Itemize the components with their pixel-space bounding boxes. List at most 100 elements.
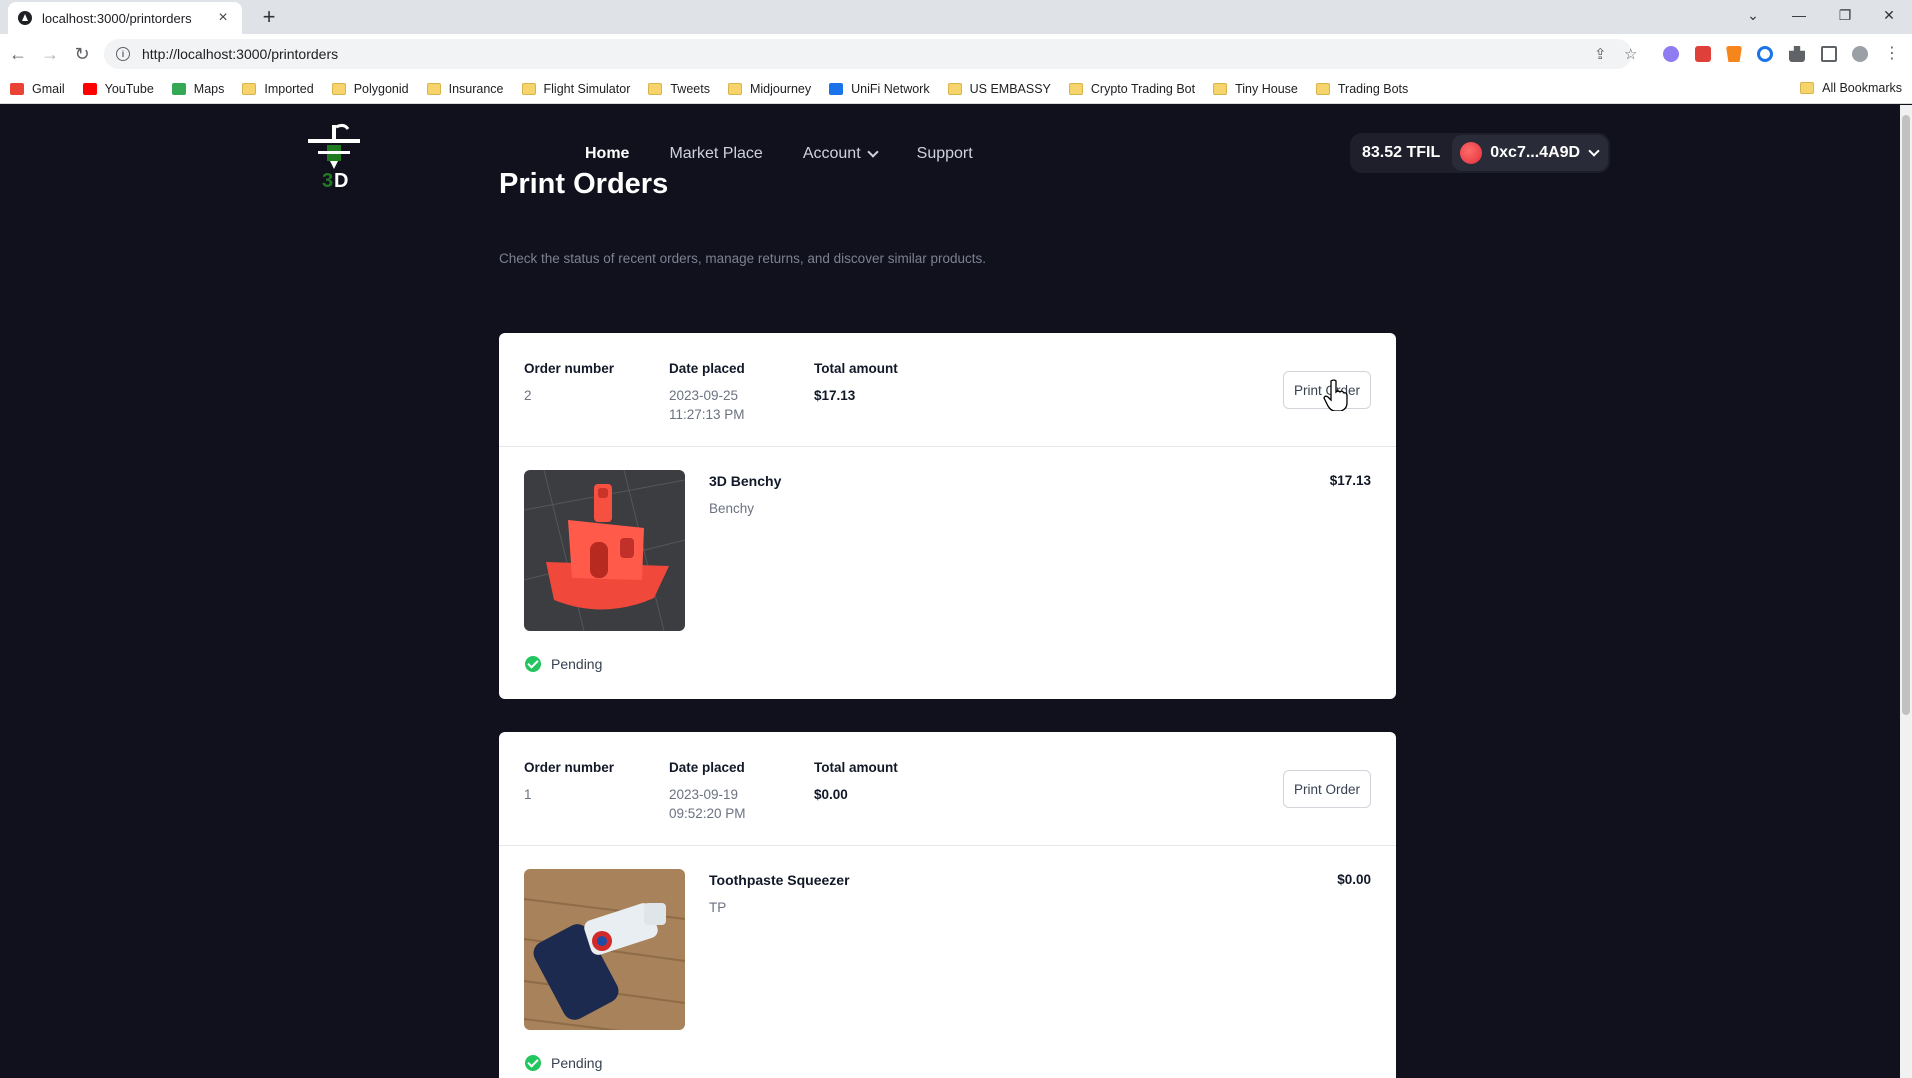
reload-icon[interactable]: ↻ <box>70 42 94 66</box>
order-number-value: 2 <box>524 388 532 403</box>
share-icon[interactable]: ⇪ <box>1594 45 1607 63</box>
order-number-col: Order number 1 <box>524 760 614 804</box>
back-icon[interactable]: ← <box>6 42 30 66</box>
check-circle-icon <box>525 1055 541 1071</box>
page-scrollbar[interactable] <box>1900 105 1912 1078</box>
product-name[interactable]: Toothpaste Squeezer <box>709 872 850 888</box>
print-order-button[interactable]: Print Order <box>1282 770 1371 808</box>
order-number-col: Order number 2 <box>524 361 614 405</box>
bookmark-label: Insurance <box>448 81 504 96</box>
bookmark-label: Polygonid <box>353 81 409 96</box>
site-logo-icon[interactable]: 3 D <box>306 121 362 189</box>
main-nav: Home Market Place Account Support <box>585 145 1013 163</box>
folder-icon <box>521 82 536 95</box>
forward-icon[interactable]: → <box>38 42 62 66</box>
profile-avatar-icon[interactable] <box>1852 46 1868 62</box>
account-avatar-icon <box>1460 142 1483 164</box>
total-amount-col: Total amount $17.13 <box>814 361 898 405</box>
toothpaste-squeezer-image-icon <box>524 869 685 1030</box>
order-header: Order number 2 Date placed 2023-09-25 11… <box>499 333 1396 447</box>
date-placed-time: 09:52:20 PM <box>669 806 746 821</box>
page-subtitle: Check the status of recent orders, manag… <box>499 251 986 266</box>
wallet-widget: 83.52 TFIL 0xc7...4A9D <box>1350 133 1611 173</box>
all-bookmarks-label: All Bookmarks <box>1822 81 1902 95</box>
bookmark-item[interactable]: Trading Bots <box>1315 81 1409 96</box>
tab-close-icon[interactable]: × <box>214 9 232 27</box>
folder-icon <box>331 82 346 95</box>
extension-purple-icon[interactable] <box>1663 46 1679 62</box>
bookmark-label: Flight Simulator <box>543 81 631 96</box>
metamask-icon[interactable] <box>1726 46 1742 62</box>
product-name[interactable]: 3D Benchy <box>709 473 781 489</box>
bookmark-item[interactable]: Flight Simulator <box>521 81 631 96</box>
bookmark-item[interactable]: US EMBASSY <box>947 82 1051 96</box>
product-price: $0.00 <box>1337 872 1371 887</box>
nav-market-place[interactable]: Market Place <box>669 145 762 163</box>
new-tab-button[interactable]: + <box>256 4 282 30</box>
address-bar[interactable]: i http://localhost:3000/printorders ⇪ ☆ <box>104 39 1637 69</box>
browser-menu-icon[interactable]: ⋮ <box>1880 42 1904 66</box>
extension-blue-icon[interactable] <box>1757 46 1773 62</box>
bookmark-item[interactable]: Tiny House <box>1213 82 1298 96</box>
date-placed-col: Date placed 2023-09-19 09:52:20 PM <box>669 760 746 823</box>
bookmark-item[interactable]: Crypto Trading Bot <box>1068 81 1196 96</box>
bookmarks-bar: Gmail YouTube Maps Imported Polygonid Insuran… <box>0 74 1912 104</box>
order-item: 3D Benchy Benchy $17.13 Pending <box>499 447 1396 699</box>
nav-account[interactable]: Account <box>803 145 879 163</box>
product-image[interactable] <box>524 869 685 1030</box>
restore-icon[interactable]: ❐ <box>1822 0 1868 30</box>
total-amount-label: Total amount <box>814 760 898 775</box>
tab-title: localhost:3000/printorders <box>42 10 192 26</box>
chevron-down-icon <box>866 146 879 158</box>
product-image[interactable] <box>524 470 685 631</box>
extensions-puzzle-icon[interactable] <box>1789 46 1805 62</box>
all-bookmarks[interactable]: All Bookmarks <box>1800 81 1902 95</box>
bookmark-item[interactable]: YouTube <box>82 81 154 96</box>
check-circle-icon <box>525 656 541 672</box>
account-address: 0xc7...4A9D <box>1490 144 1581 161</box>
total-amount-label: Total amount <box>814 361 898 376</box>
youtube-icon <box>82 82 97 95</box>
window-close-icon[interactable]: ✕ <box>1866 0 1912 30</box>
product-price: $17.13 <box>1329 473 1371 488</box>
bookmark-label: Trading Bots <box>1337 81 1409 96</box>
bookmark-item[interactable]: UniFi Network <box>829 82 930 96</box>
date-placed-label: Date placed <box>669 361 745 376</box>
bookmark-label: Crypto Trading Bot <box>1090 81 1196 96</box>
bookmark-item[interactable]: Midjourney <box>727 82 811 96</box>
bookmark-item[interactable]: Tweets <box>648 82 710 96</box>
bookmark-star-icon[interactable]: ☆ <box>1624 45 1637 63</box>
print-order-button[interactable]: Print Order <box>1282 371 1371 409</box>
date-placed-col: Date placed 2023-09-25 11:27:13 PM <box>669 361 745 424</box>
nav-support[interactable]: Support <box>917 145 973 163</box>
app-page: 3 D Home Market Place Account Support 83… <box>0 105 1900 1078</box>
product-description: TP <box>709 900 727 915</box>
browser-toolbar: ← → ↻ i http://localhost:3000/printorder… <box>0 34 1912 74</box>
bookmark-label: Imported <box>264 81 314 96</box>
site-info-icon[interactable]: i <box>116 47 130 61</box>
date-placed-label: Date placed <box>669 760 745 775</box>
account-button[interactable]: 0xc7...4A9D <box>1452 135 1609 171</box>
order-status: Pending <box>525 656 602 672</box>
browser-tab[interactable]: localhost:3000/printorders × <box>8 2 242 34</box>
extension-red-icon[interactable] <box>1695 46 1711 62</box>
bookmark-label: YouTube <box>104 81 154 96</box>
bookmark-item[interactable]: Gmail <box>10 82 65 96</box>
status-text: Pending <box>551 1055 603 1071</box>
nav-home[interactable]: Home <box>585 145 629 163</box>
bookmark-item[interactable]: Imported <box>242 81 314 96</box>
minimize-icon[interactable]: — <box>1776 0 1822 30</box>
order-item: Toothpaste Squeezer TP $0.00 Pending <box>499 846 1396 1078</box>
bookmark-item[interactable]: Insurance <box>426 81 504 96</box>
date-placed-date: 2023-09-25 <box>669 388 739 403</box>
total-amount-value: $17.13 <box>814 388 856 403</box>
bookmark-label: Gmail <box>32 81 65 96</box>
bookmark-item[interactable]: Polygonid <box>331 81 409 96</box>
tab-search-icon[interactable]: ⌄ <box>1730 0 1776 30</box>
chevron-down-icon <box>1588 145 1600 157</box>
bookmark-item[interactable]: Maps <box>171 82 224 96</box>
side-panel-icon[interactable] <box>1821 46 1837 62</box>
scrollbar-thumb[interactable] <box>1902 115 1910 715</box>
bookmark-label: Tiny House <box>1235 81 1298 96</box>
order-status: Pending <box>525 1055 602 1071</box>
